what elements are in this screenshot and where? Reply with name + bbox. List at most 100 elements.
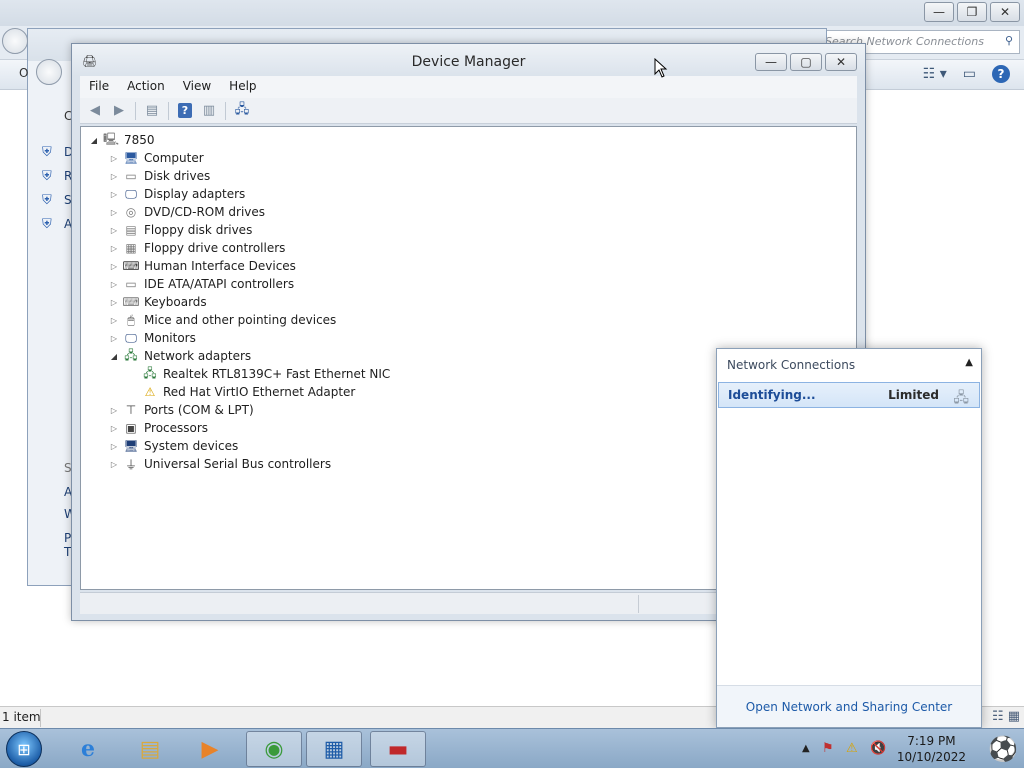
expand-arrow-icon[interactable]: ▷ bbox=[109, 190, 119, 199]
category-label: Network adapters bbox=[144, 349, 252, 363]
taskbar-control-panel[interactable]: ▦ bbox=[306, 731, 362, 767]
expand-arrow-icon[interactable]: ▷ bbox=[109, 226, 119, 235]
properties-icon[interactable]: ▥ bbox=[198, 101, 220, 121]
tree-category-floppy-disk-drives[interactable]: ▷ ▤ Floppy disk drives bbox=[109, 221, 252, 239]
expand-arrow-icon[interactable]: ▷ bbox=[109, 316, 119, 325]
menu-action[interactable]: Action bbox=[118, 76, 174, 98]
back-nav-button[interactable] bbox=[36, 59, 62, 85]
tree-category-network-adapters[interactable]: ◢ 🖧 Network adapters bbox=[109, 347, 251, 365]
tree-root[interactable]: ◢ 🖳 7850 bbox=[89, 131, 155, 149]
tree-category-mice[interactable]: ▷ 🖱 Mice and other pointing devices bbox=[109, 311, 336, 329]
network-connections-flyout: Network Connections ▲ Identifying... Lim… bbox=[716, 348, 982, 728]
scan-hardware-changes-icon[interactable]: 🖧 bbox=[231, 101, 253, 121]
expand-arrow-icon[interactable]: ▷ bbox=[109, 424, 119, 433]
taskbar: ⊞ e ▤ ▶ ◉ ▦ ▬ ▲ ⚑ ⚠ 🔇 7:19 PM 10/10/2022… bbox=[0, 728, 1024, 768]
maximize-button[interactable]: ▢ bbox=[790, 53, 822, 71]
connection-status: Limited bbox=[888, 388, 939, 402]
media-player-icon: ▶ bbox=[201, 736, 219, 762]
show-hidden-icons-chevron-icon[interactable]: ▲ bbox=[802, 743, 810, 754]
internet-explorer-icon: e bbox=[81, 736, 95, 762]
expand-arrow-icon[interactable]: ▷ bbox=[109, 172, 119, 181]
background-titlebar: — ❐ ✕ bbox=[0, 0, 1024, 26]
expand-arrow-icon[interactable]: ▷ bbox=[109, 298, 119, 307]
tree-device-realtek[interactable]: 🖧 Realtek RTL8139C+ Fast Ethernet NIC bbox=[141, 365, 390, 383]
menu-help[interactable]: Help bbox=[220, 76, 265, 98]
collapse-arrow-icon[interactable]: ◢ bbox=[109, 352, 119, 361]
details-view-icon[interactable]: ☷ bbox=[992, 709, 1004, 724]
tree-category-ports[interactable]: ▷ ⊤ Ports (COM & LPT) bbox=[109, 401, 254, 419]
folder-icon: ▤ bbox=[139, 736, 161, 762]
menu-file[interactable]: File bbox=[80, 76, 118, 98]
expand-arrow-icon[interactable]: ▷ bbox=[109, 208, 119, 217]
expand-arrow-icon[interactable]: ▷ bbox=[109, 334, 119, 343]
category-label: Monitors bbox=[144, 331, 196, 345]
category-label: Ports (COM & LPT) bbox=[144, 403, 254, 417]
collapse-chevron-icon[interactable]: ▲ bbox=[965, 357, 973, 368]
tree-category-processors[interactable]: ▷ ▣ Processors bbox=[109, 419, 208, 437]
window-title: Device Manager bbox=[411, 54, 526, 70]
tree-category-disk-drives[interactable]: ▷ ▭ Disk drives bbox=[109, 167, 210, 185]
tree-category-floppy-controllers[interactable]: ▷ ▦ Floppy drive controllers bbox=[109, 239, 286, 257]
category-label: Floppy disk drives bbox=[144, 223, 253, 237]
search-icon[interactable]: ⚲ bbox=[1005, 34, 1013, 47]
taskbar-internet-explorer[interactable]: e bbox=[60, 731, 116, 767]
disk-drive-icon: ▭ bbox=[125, 169, 137, 183]
tree-category-display-adapters[interactable]: ▷ 🖵 Display adapters bbox=[109, 185, 245, 203]
action-center-flag-icon[interactable]: ⚑ bbox=[822, 741, 834, 756]
expand-arrow-icon[interactable]: ▷ bbox=[109, 244, 119, 253]
expand-arrow-icon[interactable]: ▷ bbox=[109, 280, 119, 289]
expand-arrow-icon[interactable]: ▷ bbox=[109, 460, 119, 469]
restore-button[interactable]: ❐ bbox=[957, 2, 987, 22]
tree-category-monitors[interactable]: ▷ 🖵 Monitors bbox=[109, 329, 196, 347]
help-icon: ? bbox=[178, 103, 192, 118]
change-view-icon[interactable]: ☷ ▾ bbox=[923, 66, 947, 82]
device-manager-titlebar[interactable]: 🖨 Device Manager — ▢ ✕ bbox=[72, 44, 865, 76]
connection-name: Identifying... bbox=[728, 388, 816, 402]
back-arrow-icon[interactable]: ◀ bbox=[84, 101, 106, 121]
taskbar-device-manager[interactable]: ▬ bbox=[370, 731, 426, 767]
close-button[interactable]: ✕ bbox=[990, 2, 1020, 22]
explorer-back-button[interactable] bbox=[2, 28, 28, 54]
show-desktop-button[interactable]: ⚽ bbox=[982, 729, 1024, 769]
tree-category-hid[interactable]: ▷ ⌨ Human Interface Devices bbox=[109, 257, 296, 275]
network-connection-item[interactable]: Identifying... Limited 🖧 bbox=[718, 382, 980, 408]
expand-arrow-icon[interactable]: ▷ bbox=[109, 442, 119, 451]
minimize-button[interactable]: — bbox=[924, 2, 954, 22]
hid-icon: ⌨ bbox=[122, 259, 140, 273]
expand-arrow-icon[interactable]: ▷ bbox=[109, 262, 119, 271]
taskbar-file-explorer[interactable]: ▤ bbox=[122, 731, 178, 767]
tree-category-ide[interactable]: ▷ ▭ IDE ATA/ATAPI controllers bbox=[109, 275, 294, 293]
system-device-icon: 🖥 bbox=[123, 439, 139, 453]
taskbar-media-player[interactable]: ▶ bbox=[182, 731, 238, 767]
tree-category-computer[interactable]: ▷ 🖥 Computer bbox=[109, 149, 204, 167]
help-icon[interactable]: ? bbox=[992, 65, 1010, 83]
speaker-muted-icon[interactable]: 🔇 bbox=[870, 741, 886, 756]
help-button[interactable]: ? bbox=[174, 101, 196, 121]
category-label: Processors bbox=[144, 421, 209, 435]
network-warning-icon[interactable]: ⚠ bbox=[846, 741, 858, 756]
shield-icon: ⛨ bbox=[42, 193, 52, 208]
collapse-arrow-icon[interactable]: ◢ bbox=[89, 136, 99, 145]
tree-category-system-devices[interactable]: ▷ 🖥 System devices bbox=[109, 437, 238, 455]
category-label: System devices bbox=[144, 439, 239, 453]
tree-device-redhat-virtio[interactable]: ⚠ Red Hat VirtIO Ethernet Adapter bbox=[141, 383, 356, 401]
tree-category-dvd-cdrom[interactable]: ▷ ◎ DVD/CD-ROM drives bbox=[109, 203, 265, 221]
tree-category-keyboards[interactable]: ▷ ⌨ Keyboards bbox=[109, 293, 207, 311]
expand-arrow-icon[interactable]: ▷ bbox=[109, 406, 119, 415]
tiles-view-icon[interactable]: ▦ bbox=[1008, 709, 1020, 724]
expand-arrow-icon[interactable]: ▷ bbox=[109, 154, 119, 163]
show-hide-console-tree-icon[interactable]: ▤ bbox=[141, 101, 163, 121]
taskbar-windows-explorer[interactable]: ◉ bbox=[246, 731, 302, 767]
clock[interactable]: 7:19 PM 10/10/2022 bbox=[897, 733, 966, 765]
preview-pane-icon[interactable]: ▭ bbox=[963, 66, 976, 82]
start-button[interactable]: ⊞ bbox=[6, 731, 42, 767]
close-button[interactable]: ✕ bbox=[825, 53, 857, 71]
category-label: DVD/CD-ROM drives bbox=[144, 205, 266, 219]
menu-view[interactable]: View bbox=[174, 76, 220, 98]
category-label: Human Interface Devices bbox=[144, 259, 296, 273]
network-adapter-icon: 🖧 bbox=[124, 347, 138, 362]
tree-category-usb[interactable]: ▷ ⏚ Universal Serial Bus controllers bbox=[109, 455, 331, 473]
minimize-button[interactable]: — bbox=[755, 53, 787, 71]
open-network-sharing-center-link[interactable]: Open Network and Sharing Center bbox=[746, 700, 952, 714]
forward-arrow-icon[interactable]: ▶ bbox=[108, 101, 130, 121]
